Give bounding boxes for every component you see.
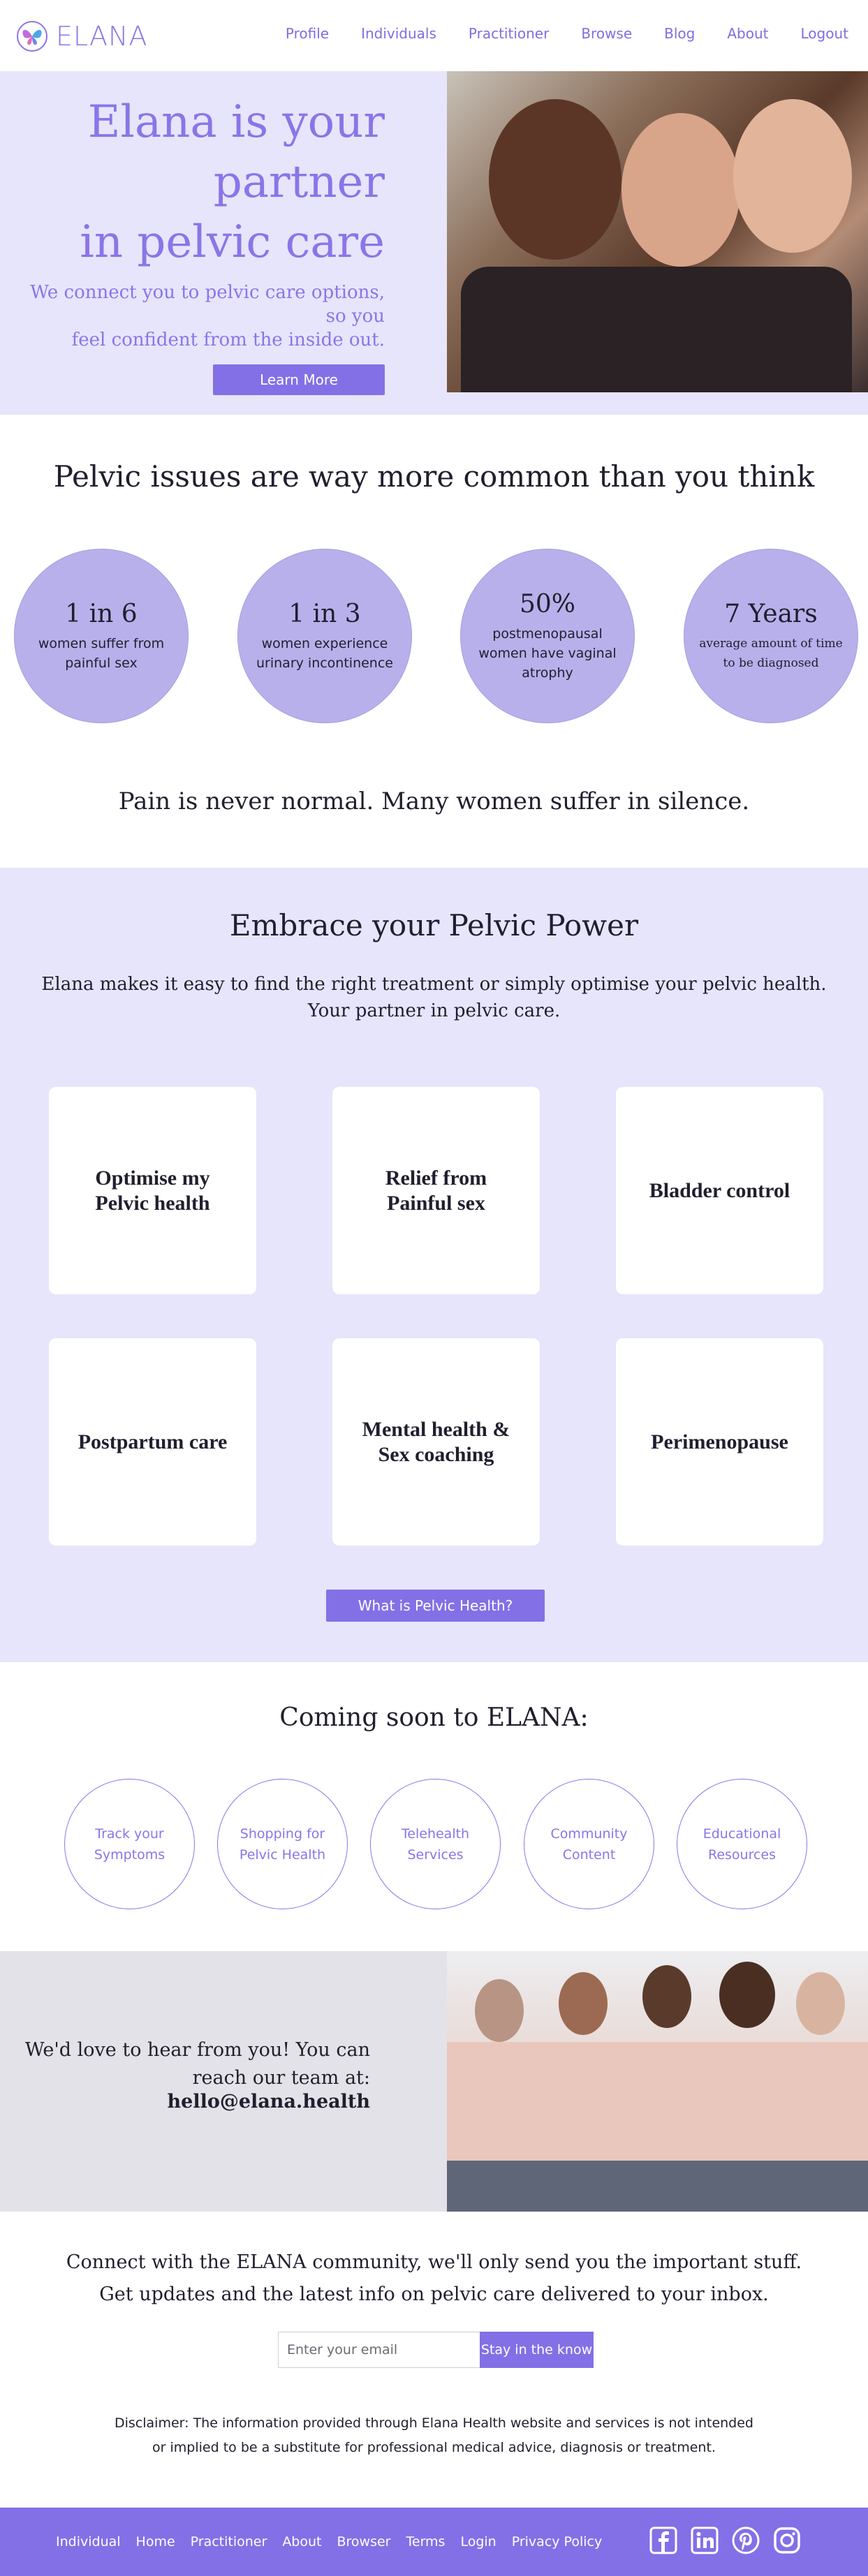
disclaimer-line2: or implied to be a substitute for profes… [152,2440,716,2455]
card-label: Mental health & Sex coaching [362,1417,510,1466]
footer: Individual Home Practitioner About Brows… [0,2508,868,2576]
footer-link-terms[interactable]: Terms [406,2534,446,2549]
card-perimenopause[interactable]: Perimenopause [616,1338,823,1546]
embrace-heading: Embrace your Pelvic Power [229,908,639,942]
stat-description: women suffer from painful sex [38,635,165,671]
stay-in-the-know-button[interactable]: Stay in the know [480,2332,594,2368]
soon-label: Track your Symptoms [94,1826,165,1863]
nav-link-browse[interactable]: Browse [581,25,632,42]
soon-community-content[interactable]: Community Content [524,1779,654,1909]
stats-heading: Pelvic issues are way more common than y… [53,459,815,494]
newsletter-email-input[interactable] [278,2332,480,2368]
stat-circle-diagnosis: 7 Years average amount of time to be dia… [684,549,858,723]
facebook-icon[interactable] [648,2525,679,2556]
stat-description: average amount of time to be diagnosed [699,636,843,670]
hero-subtitle-line3: feel confident from the inside out. [71,330,385,350]
card-label: Relief from Painful sex [385,1166,487,1215]
embrace-section: Embrace your Pelvic Power Elana makes it… [0,868,868,1662]
card-label: Postpartum care [78,1430,228,1453]
nav-link-practitioner[interactable]: Practitioner [469,25,549,42]
stat-circle-atrophy: 50% postmenopausal women have vaginal at… [460,549,635,723]
card-relief-painful-sex[interactable]: Relief from Painful sex [332,1087,540,1294]
stat-number: 50% [519,589,575,619]
soon-label: Telehealth Services [401,1826,470,1863]
stat-description: postmenopausal women have vaginal atroph… [478,626,617,681]
footer-link-privacy-policy[interactable]: Privacy Policy [512,2534,602,2549]
embrace-subtitle-line1: Elana makes it easy to find the right tr… [41,974,827,995]
card-optimise-pelvic-health[interactable]: Optimise my Pelvic health [49,1087,256,1294]
contact-photo-women-group [447,1951,868,2212]
soon-educational-resources[interactable]: Educational Resources [677,1779,807,1909]
hero-subtitle-line1: We connect you to pelvic care options, [30,282,385,303]
footer-link-practitioner[interactable]: Practitioner [191,2534,267,2549]
soon-label: Educational Resources [703,1826,781,1863]
hero-title-line2: partner [213,156,385,208]
footer-link-login[interactable]: Login [460,2534,496,2549]
footer-links: Individual Home Practitioner About Brows… [56,2534,602,2549]
soon-label: Community Content [550,1826,628,1863]
embrace-subtitle-line2: Your partner in pelvic care. [307,1000,561,1021]
embrace-subtitle: Elana makes it easy to find the right tr… [0,971,868,1024]
card-label: Bladder control [649,1178,790,1202]
nav-link-individuals[interactable]: Individuals [361,25,436,42]
contact-email[interactable]: hello@elana.health [21,2091,370,2112]
soon-track-symptoms[interactable]: Track your Symptoms [64,1779,195,1909]
elana-logo[interactable]: ELANA [17,21,147,52]
soon-shopping[interactable]: Shopping for Pelvic Health [217,1779,348,1909]
card-mental-health-sex-coaching[interactable]: Mental health & Sex coaching [332,1338,540,1546]
instagram-icon[interactable] [772,2525,802,2556]
pain-tagline: Pain is never normal. Many women suffer … [118,787,750,815]
hero-subtitle-line2: so you [325,306,385,327]
stat-number: 1 in 6 [65,599,138,628]
hero-photo-women [447,71,868,392]
footer-link-about[interactable]: About [282,2534,321,2549]
hero-section: Elana is your partner in pelvic care We … [0,71,868,415]
contact-text-line1: We'd love to hear from you! You can [24,2039,370,2061]
linkedin-icon[interactable] [689,2525,720,2556]
stat-number: 7 Years [724,599,818,628]
stat-number: 1 in 3 [288,599,361,628]
nav-links: Profile Individuals Practitioner Browse … [286,25,848,42]
newsletter-text-line2: Get updates and the latest info on pelvi… [99,2283,769,2305]
logo-text: ELANA [56,21,148,52]
contact-section: We'd love to hear from you! You can reac… [0,1951,868,2212]
contact-text-line2: reach our team at: [192,2067,370,2089]
stat-circle-incontinence: 1 in 3 women experience urinary incontin… [237,549,412,723]
coming-soon-heading: Coming soon to ELANA: [279,1703,589,1732]
learn-more-button[interactable]: Learn More [213,364,385,395]
newsletter-text-line1: Connect with the ELANA community, we'll … [66,2251,802,2273]
top-navbar: ELANA Profile Individuals Practitioner B… [0,0,868,71]
card-postpartum-care[interactable]: Postpartum care [49,1338,256,1546]
disclaimer: Disclaimer: The information provided thr… [70,2411,798,2460]
hero-title-line3: in pelvic care [80,216,385,268]
contact-text: We'd love to hear from you! You can reac… [21,2036,370,2092]
what-is-pelvic-health-button[interactable]: What is Pelvic Health? [326,1590,545,1622]
card-label: Optimise my Pelvic health [95,1166,210,1215]
soon-telehealth[interactable]: Telehealth Services [370,1779,501,1909]
footer-link-browser[interactable]: Browser [337,2534,391,2549]
stat-description: women experience urinary incontinence [256,635,393,671]
butterfly-icon [17,21,47,52]
card-label: Perimenopause [651,1430,788,1453]
soon-label: Shopping for Pelvic Health [239,1826,326,1863]
stat-circle-painful-sex: 1 in 6 women suffer from painful sex [14,549,189,723]
nav-link-about[interactable]: About [727,25,768,42]
card-bladder-control[interactable]: Bladder control [616,1087,823,1294]
footer-link-individual[interactable]: Individual [56,2534,121,2549]
nav-link-profile[interactable]: Profile [286,25,329,42]
hero-text: Elana is your partner in pelvic care We … [0,92,385,352]
disclaimer-line1: Disclaimer: The information provided thr… [115,2415,753,2431]
hero-title-line1: Elana is your [87,96,385,148]
nav-link-blog[interactable]: Blog [664,25,695,42]
footer-link-home[interactable]: Home [136,2534,175,2549]
pinterest-icon[interactable] [730,2525,761,2556]
nav-link-logout[interactable]: Logout [801,25,848,42]
